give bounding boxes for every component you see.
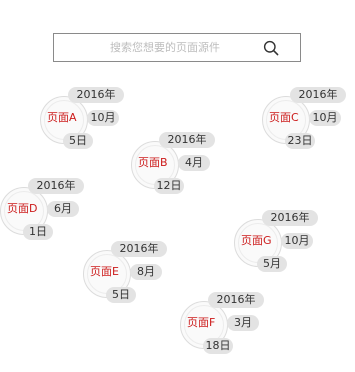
entry-day: 5日 (63, 133, 93, 149)
page-link-g[interactable]: 页面G (241, 233, 272, 249)
page-link-a[interactable]: 页面A (47, 110, 77, 126)
page-link-f[interactable]: 页面F (187, 315, 215, 331)
entry-year: 2016年 (159, 132, 215, 148)
search-box[interactable] (53, 33, 301, 62)
entry-day: 23日 (285, 133, 315, 149)
page-link-e[interactable]: 页面E (90, 264, 119, 280)
search-input[interactable] (54, 34, 264, 61)
entry-day: 12日 (154, 178, 184, 194)
entry-month: 6月 (47, 201, 79, 217)
entry-year: 2016年 (262, 210, 318, 226)
entry-year: 2016年 (208, 292, 264, 308)
page-link-d[interactable]: 页面D (7, 201, 37, 217)
entry-month: 4月 (178, 155, 210, 171)
entry-year: 2016年 (28, 178, 84, 194)
entry-month: 10月 (309, 110, 341, 126)
entry-month: 8月 (130, 264, 162, 280)
timeline-entry-c: 2016年 页面C 10月 23日 (262, 87, 355, 167)
entry-year: 2016年 (68, 87, 124, 103)
entry-month: 10月 (87, 110, 119, 126)
search-icon[interactable] (263, 40, 279, 56)
entry-year: 2016年 (111, 241, 167, 257)
page-link-c[interactable]: 页面C (269, 110, 299, 126)
timeline-entry-b: 2016年 页面B 4月 12日 (131, 132, 261, 212)
entry-day: 5月 (257, 256, 287, 272)
entry-month: 3月 (227, 315, 259, 331)
timeline-entry-f: 2016年 页面F 3月 18日 (180, 292, 310, 372)
entry-day: 18日 (203, 338, 233, 354)
timeline-entry-g: 2016年 页面G 10月 5月 (234, 210, 355, 290)
entry-month: 10月 (281, 233, 313, 249)
page-link-b[interactable]: 页面B (138, 155, 168, 171)
entry-day: 5日 (106, 287, 136, 303)
entry-day: 1日 (23, 224, 53, 240)
entry-year: 2016年 (290, 87, 346, 103)
